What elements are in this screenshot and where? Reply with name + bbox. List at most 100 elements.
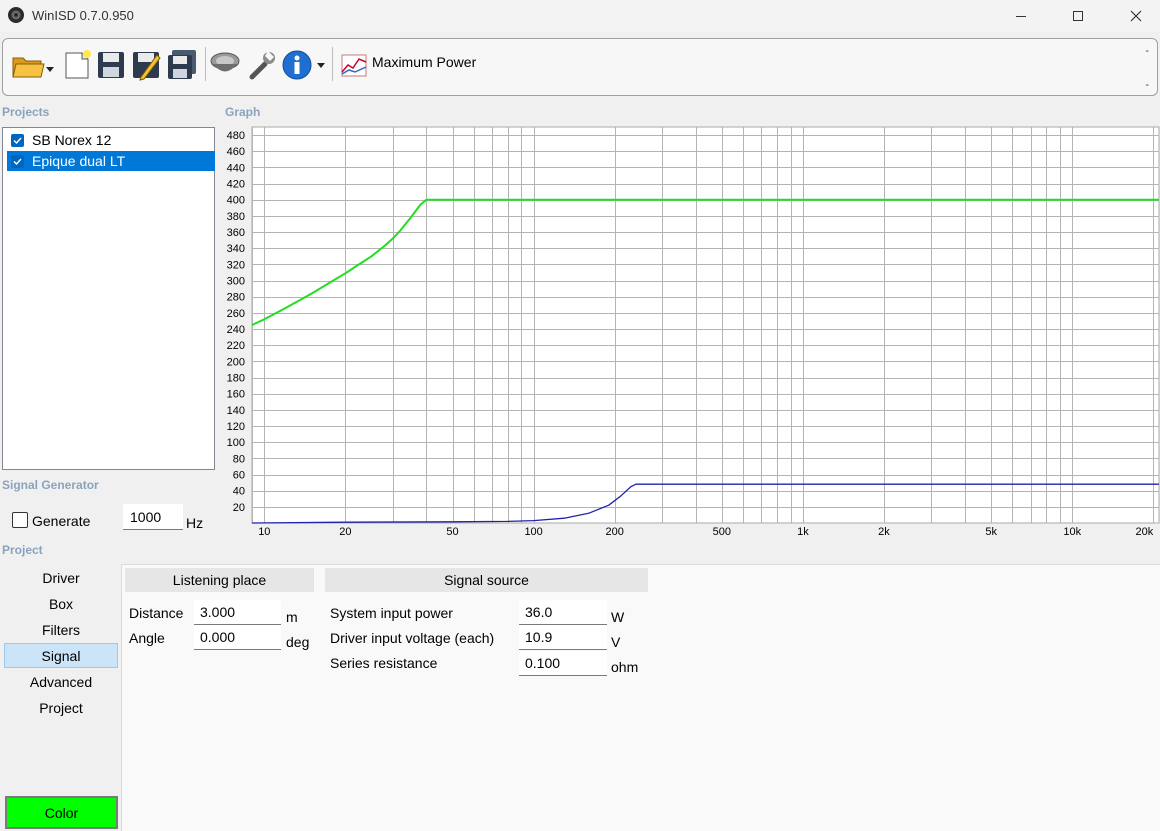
floppy-save-icon xyxy=(98,52,124,78)
driver-editor-button[interactable] xyxy=(209,47,241,83)
y-tick-label: 300 xyxy=(227,276,245,288)
y-tick-label: 400 xyxy=(227,195,245,207)
y-tick-label: 460 xyxy=(227,146,245,158)
frequency-input[interactable] xyxy=(123,504,183,530)
project-label: SB Norex 12 xyxy=(32,132,112,148)
series-resistance-unit: ohm xyxy=(611,659,639,675)
wrench-icon xyxy=(249,51,275,80)
angle-label: Angle xyxy=(129,630,165,646)
color-button[interactable]: Color xyxy=(5,796,118,829)
generate-checkbox[interactable] xyxy=(12,512,28,528)
y-tick-label: 80 xyxy=(233,453,245,465)
floppy-multi-icon xyxy=(168,50,196,79)
frequency-unit: Hz xyxy=(186,515,204,531)
x-tick-label: 1k xyxy=(797,526,809,538)
nav-driver[interactable]: Driver xyxy=(4,565,118,590)
toolbar: Maximum Power - - xyxy=(2,38,1158,96)
driver-input-voltage-label: Driver input voltage (each) xyxy=(330,630,495,646)
save-as-button[interactable] xyxy=(130,47,162,83)
checkmark-icon xyxy=(13,137,22,144)
title-bar: WinISD 0.7.0.950 xyxy=(0,0,1160,32)
y-tick-label: 320 xyxy=(227,259,245,271)
system-input-power-input[interactable] xyxy=(519,600,607,625)
distance-unit: m xyxy=(286,609,298,625)
listening-place-header: Listening place xyxy=(125,568,314,592)
nav-filters[interactable]: Filters xyxy=(4,617,118,642)
x-tick-label: 20k xyxy=(1136,526,1154,538)
project-item-selected[interactable]: Epique dual LT xyxy=(7,151,215,171)
angle-input[interactable] xyxy=(194,625,281,650)
minimize-icon xyxy=(1016,16,1026,17)
new-project-button[interactable] xyxy=(61,47,93,83)
y-tick-label: 240 xyxy=(227,324,245,336)
y-tick-label: 180 xyxy=(227,373,245,385)
toolbar-separator xyxy=(205,47,206,81)
generate-label[interactable]: Generate xyxy=(32,513,90,529)
signal-generator-section-label: Signal Generator xyxy=(2,478,99,492)
project-label: Epique dual LT xyxy=(32,153,126,169)
y-tick-label: 60 xyxy=(233,470,245,482)
y-tick-label: 100 xyxy=(227,437,245,449)
maximize-icon xyxy=(1073,11,1083,21)
projects-list[interactable]: SB Norex 12 Epique dual LT xyxy=(2,127,215,470)
max-power-graph[interactable]: 20 40 60 80 100 120 140 160 180 200 220 240 260 280 30… xyxy=(223,126,1160,544)
angle-unit: deg xyxy=(286,634,310,650)
window-title: WinISD 0.7.0.950 xyxy=(32,8,134,23)
y-tick-label: 440 xyxy=(227,162,245,174)
maximize-button[interactable] xyxy=(1049,0,1107,32)
y-tick-label: 480 xyxy=(227,130,245,142)
y-tick-label: 340 xyxy=(227,243,245,255)
series-resistance-input[interactable] xyxy=(519,651,607,676)
save-all-button[interactable] xyxy=(166,47,198,83)
open-project-button[interactable] xyxy=(11,47,55,83)
nav-project[interactable]: Project xyxy=(4,695,118,720)
project-checkbox[interactable] xyxy=(11,133,24,147)
x-tick-label: 5k xyxy=(985,526,997,538)
distance-label: Distance xyxy=(129,605,184,621)
y-tick-label: 380 xyxy=(227,211,245,223)
graph-chart-icon xyxy=(341,54,367,77)
toolbar-separator xyxy=(332,47,333,81)
y-tick-label: 20 xyxy=(233,502,245,514)
new-document-icon xyxy=(65,50,91,79)
distance-input[interactable] xyxy=(194,600,281,625)
graph-type-button[interactable] xyxy=(337,47,371,83)
nav-signal[interactable]: Signal xyxy=(4,643,118,668)
save-button[interactable] xyxy=(95,47,127,83)
toolbar-dash: - xyxy=(1145,79,1149,91)
speaker-driver-icon xyxy=(210,52,240,72)
y-tick-label: 360 xyxy=(227,227,245,239)
x-tick-label: 10k xyxy=(1063,526,1081,538)
project-checkbox[interactable] xyxy=(11,154,24,168)
graph-section-label: Graph xyxy=(225,105,261,119)
y-tick-label: 200 xyxy=(227,356,245,368)
y-tick-label: 120 xyxy=(227,421,245,433)
driver-input-voltage-unit: V xyxy=(611,634,621,650)
signal-source-header: Signal source xyxy=(325,568,648,592)
project-section-label: Project xyxy=(2,543,43,557)
y-tick-label: 280 xyxy=(227,292,245,304)
driver-input-voltage-input[interactable] xyxy=(519,625,607,650)
graph-type-label[interactable]: Maximum Power xyxy=(372,54,476,70)
plot-background xyxy=(251,126,1160,524)
nav-advanced[interactable]: Advanced xyxy=(4,669,118,694)
signal-panel: Listening place Distance m Angle deg Sig… xyxy=(121,564,1160,831)
checkmark-icon xyxy=(13,158,22,165)
projects-section-label: Projects xyxy=(2,105,50,119)
toolbar-dash: - xyxy=(1145,45,1149,57)
info-button[interactable] xyxy=(281,47,329,83)
floppy-edit-icon xyxy=(133,52,161,81)
x-tick-label: 500 xyxy=(713,526,731,538)
y-tick-label: 140 xyxy=(227,405,245,417)
x-tick-label: 100 xyxy=(524,526,542,538)
close-icon xyxy=(1130,10,1142,22)
app-logo-icon xyxy=(8,7,24,23)
close-button[interactable] xyxy=(1107,0,1160,32)
minimize-button[interactable] xyxy=(992,0,1050,32)
x-tick-label: 2k xyxy=(878,526,890,538)
x-tick-label: 200 xyxy=(606,526,624,538)
options-button[interactable] xyxy=(246,47,278,83)
nav-box[interactable]: Box xyxy=(4,591,118,616)
project-item[interactable]: SB Norex 12 xyxy=(7,130,215,150)
y-tick-label: 260 xyxy=(227,308,245,320)
